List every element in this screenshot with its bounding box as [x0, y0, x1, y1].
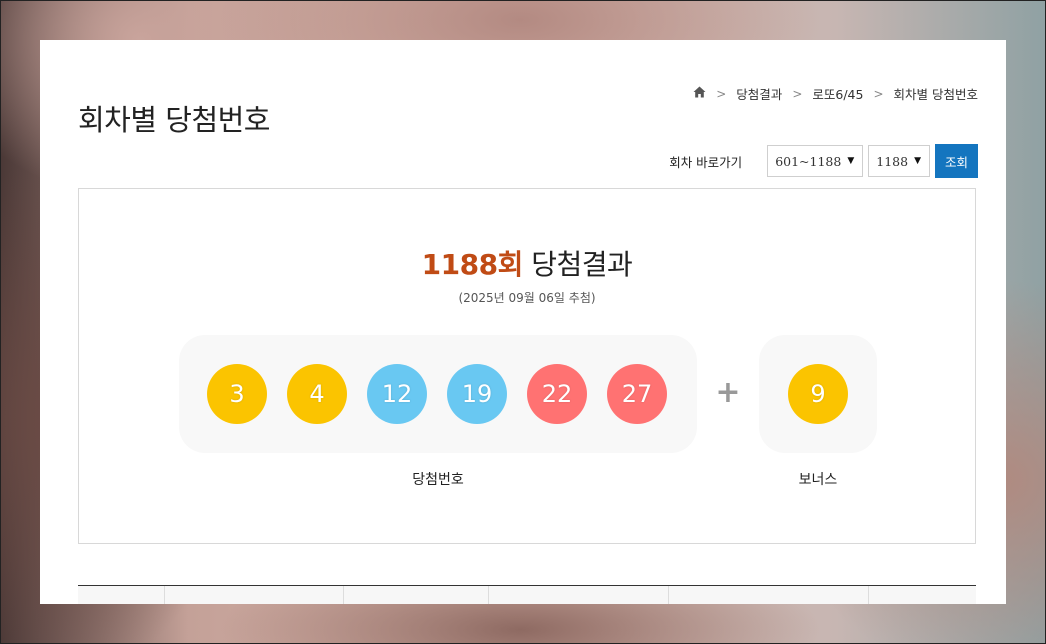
round-jump-label: 회차 바로가기: [669, 154, 743, 170]
home-icon[interactable]: [693, 86, 706, 101]
range-select[interactable]: 601~1188 ▼: [767, 145, 864, 177]
table-column-divider: [488, 586, 489, 604]
bonus-label: 보너스: [798, 472, 838, 488]
breadcrumb: > 당첨결과 > 로또6/45 > 회차별 당첨번호: [693, 84, 978, 103]
round-jump-bar: 회차 바로가기 601~1188 ▼ 1188 ▼ 조회: [669, 144, 978, 178]
table-column-divider: [668, 586, 669, 604]
range-select-value: 601~1188: [775, 153, 842, 169]
result-title-suffix: 당첨결과: [531, 248, 633, 281]
number-ball: 12: [367, 364, 427, 424]
breadcrumb-item-current[interactable]: 회차별 당첨번호: [894, 84, 978, 103]
bonus-ball: 9: [788, 364, 848, 424]
bonus-number-panel: 9: [759, 335, 877, 453]
round-select[interactable]: 1188 ▼: [868, 145, 930, 177]
caret-down-icon: ▼: [847, 156, 855, 166]
search-button[interactable]: 조회: [935, 144, 978, 178]
number-ball: 4: [287, 364, 347, 424]
number-ball: 27: [607, 364, 667, 424]
round-select-value: 1188: [876, 153, 909, 169]
number-ball: 3: [207, 364, 267, 424]
caret-down-icon: ▼: [914, 156, 921, 166]
round-number: 1188회: [421, 248, 524, 281]
breadcrumb-item-lotto[interactable]: 로또6/45: [812, 84, 863, 103]
result-box: 1188회 당첨결과 (2025년 09월 06일 추첨) 3 4 12 19 …: [78, 188, 976, 544]
number-ball: 19: [447, 364, 507, 424]
plus-icon: +: [715, 375, 741, 410]
content-card: 회차별 당첨번호 > 당첨결과 > 로또6/45 > 회차별 당첨번호 회차 바…: [40, 40, 1006, 604]
winning-numbers-label: 당첨번호: [412, 472, 464, 488]
chevron-right-icon: >: [716, 86, 727, 101]
winning-numbers-panel: 3 4 12 19 22 27: [179, 335, 697, 453]
draw-date: (2025년 09월 06일 추첨): [458, 291, 596, 305]
chevron-right-icon: >: [792, 86, 803, 101]
table-column-divider: [343, 586, 344, 604]
results-table-header: [78, 585, 976, 604]
result-title: 1188회 당첨결과: [79, 243, 975, 283]
number-ball: 22: [527, 364, 587, 424]
table-column-divider: [164, 586, 165, 604]
page-title: 회차별 당첨번호: [78, 103, 270, 138]
chevron-right-icon: >: [873, 86, 884, 101]
breadcrumb-item-results[interactable]: 당첨결과: [736, 84, 782, 103]
table-column-divider: [868, 586, 869, 604]
